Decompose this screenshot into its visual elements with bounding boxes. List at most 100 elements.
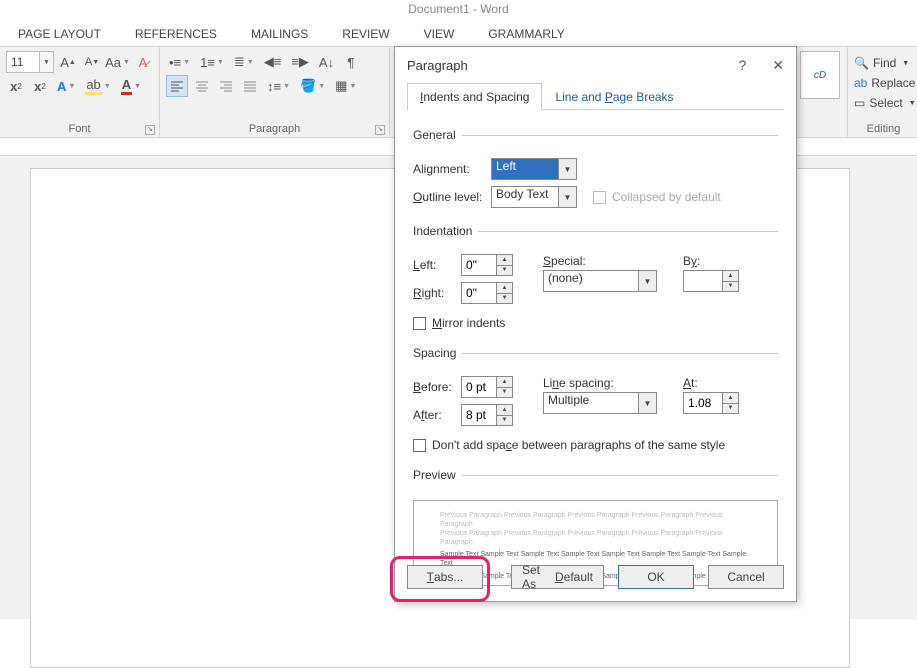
indentation-section: Indentation Left: ▲▼ Right: ▲▼ bbox=[413, 224, 778, 336]
up-icon[interactable]: ▲ bbox=[497, 377, 512, 388]
preview-prev-text: Previous Paragraph Previous Paragraph Pr… bbox=[440, 529, 751, 547]
outline-combo[interactable]: Body Text ▼ bbox=[491, 186, 577, 208]
chevron-down-icon[interactable]: ▼ bbox=[559, 186, 577, 208]
cancel-button[interactable]: Cancel bbox=[708, 565, 784, 589]
paragraph-dialog: Paragraph ? ✕ Indents and Spacing Line a… bbox=[394, 46, 797, 602]
up-icon[interactable]: ▲ bbox=[723, 393, 738, 404]
before-spin[interactable]: ▲▼ bbox=[461, 376, 513, 398]
multilevel-list-icon[interactable]: ≣▼ bbox=[231, 51, 257, 73]
sort-icon[interactable]: A↓ bbox=[316, 51, 337, 73]
outline-value: Body Text bbox=[491, 186, 559, 208]
down-icon[interactable]: ▼ bbox=[497, 416, 512, 426]
font-size-value[interactable]: 11 bbox=[6, 51, 40, 73]
alignment-label: Alignment: bbox=[413, 162, 491, 176]
borders-icon[interactable]: ▦▼ bbox=[332, 75, 359, 97]
chevron-down-icon[interactable]: ▼ bbox=[559, 158, 577, 180]
up-icon[interactable]: ▲ bbox=[497, 255, 512, 266]
indent-right-label: Right: bbox=[413, 286, 461, 300]
alignment-combo[interactable]: Left ▼ bbox=[491, 158, 577, 180]
chevron-down-icon[interactable]: ▼ bbox=[639, 392, 657, 414]
at-spin[interactable]: ▲▼ bbox=[683, 392, 739, 414]
align-right-icon[interactable] bbox=[216, 75, 236, 97]
spacing-section: Spacing Before: ▲▼ After: ▲▼ bbox=[413, 346, 778, 458]
dont-add-space-checkbox[interactable]: Don't add space between paragraphs of th… bbox=[413, 438, 725, 452]
tab-page-layout[interactable]: PAGE LAYOUT bbox=[18, 27, 101, 41]
after-spin[interactable]: ▲▼ bbox=[461, 404, 513, 426]
indent-right-value[interactable] bbox=[461, 282, 497, 304]
numbering-icon[interactable]: 1≡▼ bbox=[197, 51, 227, 73]
ok-button[interactable]: OK bbox=[618, 565, 694, 589]
replace-button[interactable]: ab Replace bbox=[854, 73, 913, 93]
at-value[interactable] bbox=[683, 392, 723, 414]
tab-review[interactable]: REVIEW bbox=[342, 27, 389, 41]
font-size-combo[interactable]: 11 ▼ bbox=[6, 51, 54, 73]
tabs-button[interactable]: Tabs... bbox=[407, 565, 483, 589]
help-icon[interactable]: ? bbox=[738, 57, 746, 74]
font-color-icon[interactable]: A▼ bbox=[118, 75, 144, 97]
special-combo[interactable]: (none) ▼ bbox=[543, 270, 657, 292]
line-spacing-combo[interactable]: Multiple ▼ bbox=[543, 392, 657, 414]
before-value[interactable] bbox=[461, 376, 497, 398]
dialog-tabs: Indents and Spacing Line and Page Breaks bbox=[407, 83, 784, 110]
by-value[interactable] bbox=[683, 270, 723, 292]
close-icon[interactable]: ✕ bbox=[772, 57, 784, 74]
indent-left-spin[interactable]: ▲▼ bbox=[461, 254, 513, 276]
preview-legend: Preview bbox=[413, 468, 462, 482]
decrease-indent-icon[interactable]: ◀≡ bbox=[261, 51, 285, 73]
tab-line-page-breaks[interactable]: Line and Page Breaks bbox=[542, 83, 686, 110]
after-label: After: bbox=[413, 408, 461, 422]
tab-indents-spacing[interactable]: Indents and Spacing bbox=[407, 83, 542, 110]
select-button[interactable]: ▭ Select▼ bbox=[854, 93, 913, 113]
tab-mailings[interactable]: MAILINGS bbox=[251, 27, 308, 41]
tab-view[interactable]: VIEW bbox=[424, 27, 455, 41]
change-case-icon[interactable]: Aa▼ bbox=[106, 51, 129, 73]
style-swatch[interactable]: cD bbox=[800, 51, 840, 99]
down-icon[interactable]: ▼ bbox=[723, 404, 738, 414]
paragraph-group: •≡▼ 1≡▼ ≣▼ ◀≡ ≡▶ A↓ ¶ bbox=[160, 47, 390, 137]
indent-right-spin[interactable]: ▲▼ bbox=[461, 282, 513, 304]
down-icon[interactable]: ▼ bbox=[497, 266, 512, 276]
chevron-down-icon[interactable]: ▼ bbox=[40, 51, 54, 73]
set-default-button[interactable]: Set As Default bbox=[511, 565, 604, 589]
dialog-body: General Alignment: Left ▼ Outline level:… bbox=[395, 110, 796, 598]
after-value[interactable] bbox=[461, 404, 497, 426]
subscript-icon[interactable]: x2 bbox=[6, 75, 26, 97]
at-label: At: bbox=[683, 376, 698, 390]
tab-grammarly[interactable]: GRAMMARLY bbox=[488, 27, 564, 41]
up-icon[interactable]: ▲ bbox=[497, 283, 512, 294]
styles-group: cD bbox=[795, 47, 845, 137]
down-icon[interactable]: ▼ bbox=[723, 282, 738, 292]
justify-icon[interactable] bbox=[240, 75, 260, 97]
indentation-legend: Indentation bbox=[413, 224, 478, 238]
line-spacing-icon[interactable]: ↕≡▼ bbox=[264, 75, 293, 97]
up-icon[interactable]: ▲ bbox=[497, 405, 512, 416]
clear-formatting-icon[interactable]: A̷ bbox=[133, 51, 153, 73]
grow-font-icon[interactable]: A▲ bbox=[58, 51, 78, 73]
bullets-icon[interactable]: •≡▼ bbox=[166, 51, 193, 73]
paragraph-group-label: Paragraph ↘ bbox=[166, 123, 383, 135]
shrink-font-icon[interactable]: A▼ bbox=[82, 51, 102, 73]
down-icon[interactable]: ▼ bbox=[497, 294, 512, 304]
editing-group: 🔍 Find▼ ab Replace ▭ Select▼ Editing bbox=[847, 47, 917, 137]
window-title: Document1 - Word bbox=[0, 0, 917, 22]
highlight-icon[interactable]: ab▼ bbox=[82, 75, 113, 97]
chevron-down-icon[interactable]: ▼ bbox=[639, 270, 657, 292]
up-icon[interactable]: ▲ bbox=[723, 271, 738, 282]
align-center-icon[interactable] bbox=[192, 75, 212, 97]
mirror-indents-checkbox[interactable]: Mirror indents bbox=[413, 316, 505, 330]
shading-icon[interactable]: 🪣▼ bbox=[297, 75, 328, 97]
text-effects-icon[interactable]: A▼ bbox=[54, 75, 78, 97]
paragraph-dialog-launcher-icon[interactable]: ↘ bbox=[375, 125, 385, 135]
find-button[interactable]: 🔍 Find▼ bbox=[854, 53, 913, 73]
align-left-icon[interactable] bbox=[166, 75, 188, 97]
show-marks-icon[interactable]: ¶ bbox=[341, 51, 361, 73]
down-icon[interactable]: ▼ bbox=[497, 388, 512, 398]
tab-references[interactable]: REFERENCES bbox=[135, 27, 217, 41]
by-spin[interactable]: ▲▼ bbox=[683, 270, 739, 292]
alignment-value: Left bbox=[491, 158, 559, 180]
indent-left-value[interactable] bbox=[461, 254, 497, 276]
font-dialog-launcher-icon[interactable]: ↘ bbox=[145, 125, 155, 135]
superscript-icon[interactable]: x2 bbox=[30, 75, 50, 97]
by-label: By: bbox=[683, 254, 700, 268]
increase-indent-icon[interactable]: ≡▶ bbox=[288, 51, 312, 73]
